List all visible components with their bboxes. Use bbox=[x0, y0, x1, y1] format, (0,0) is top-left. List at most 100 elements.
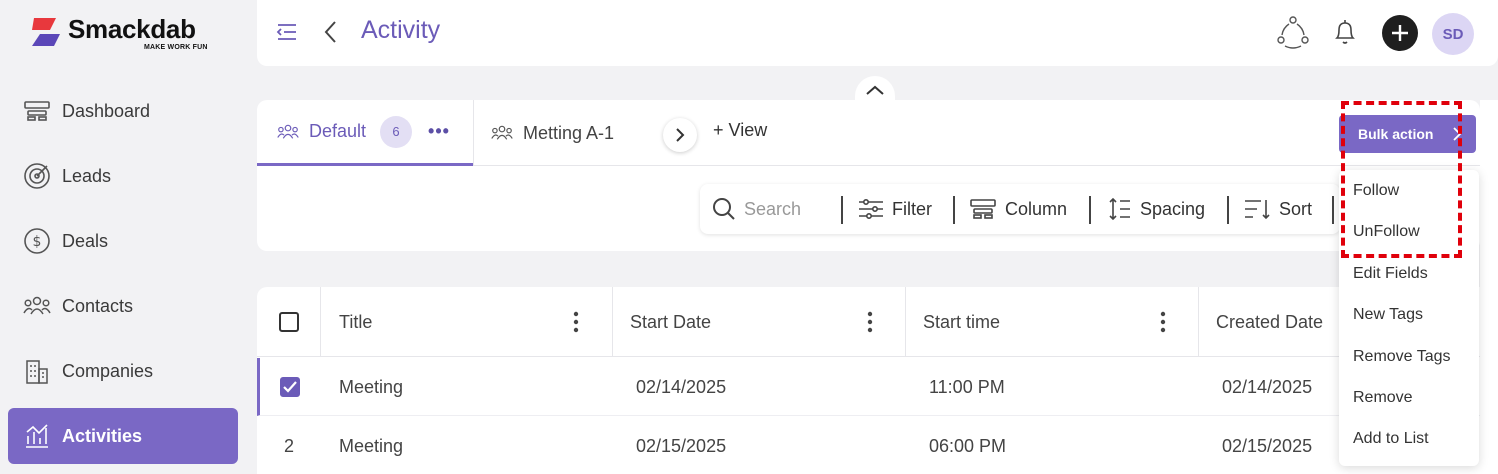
page-title: Activity bbox=[361, 16, 441, 44]
sidebar-item-dashboard[interactable]: Dashboard bbox=[8, 83, 238, 139]
brand-logo[interactable]: Smackdab MAKE WORK FUN bbox=[28, 12, 228, 52]
target-icon bbox=[22, 161, 52, 191]
bell-icon[interactable] bbox=[1333, 18, 1357, 51]
toolbar-divider bbox=[1227, 196, 1229, 224]
menu-item-new-tags[interactable]: New Tags bbox=[1353, 306, 1423, 324]
column-title-label: Title bbox=[339, 311, 373, 332]
people-icon bbox=[22, 291, 52, 321]
view-tabs: Default 6 ••• Metting A-1 + View Bulk ac… bbox=[257, 100, 1480, 166]
sort-label: Sort bbox=[1279, 198, 1313, 219]
filter-button[interactable]: Filter bbox=[858, 184, 932, 234]
column-header-start-time[interactable]: Start time bbox=[905, 287, 1198, 357]
kebab-menu-icon[interactable] bbox=[867, 311, 873, 338]
add-new-button[interactable] bbox=[1382, 15, 1418, 51]
brand-tagline: MAKE WORK FUN bbox=[144, 44, 208, 51]
annotation-highlight-box bbox=[1341, 101, 1462, 258]
sidebar-item-contacts[interactable]: Contacts bbox=[8, 278, 238, 334]
sidebar-item-label: Dashboard bbox=[62, 100, 151, 121]
people-icon bbox=[277, 124, 299, 140]
tab-metting-a-1[interactable]: Metting A-1 bbox=[491, 100, 614, 166]
plus-icon bbox=[1392, 25, 1408, 41]
tab-divider bbox=[473, 100, 474, 166]
spacing-button[interactable]: Spacing bbox=[1108, 184, 1205, 234]
search-input[interactable]: Search bbox=[712, 184, 840, 234]
sort-button[interactable]: Sort bbox=[1243, 184, 1312, 234]
kebab-menu-icon[interactable] bbox=[573, 311, 579, 338]
sidebar-item-label: Deals bbox=[62, 230, 109, 251]
line-spacing-icon bbox=[1108, 197, 1132, 221]
dashboard-icon bbox=[22, 96, 52, 126]
activity-icon bbox=[22, 421, 52, 451]
columns-icon bbox=[969, 198, 997, 220]
activities-table: Title Start Date Start time Created Date bbox=[257, 287, 1498, 474]
row-index: 2 bbox=[284, 435, 295, 456]
more-options-icon[interactable]: ••• bbox=[428, 121, 450, 142]
chevron-right-icon bbox=[676, 128, 685, 142]
avatar[interactable]: SD bbox=[1432, 13, 1474, 55]
tab-default[interactable]: Default 6 ••• bbox=[257, 100, 473, 166]
sidebar-item-label: Activities bbox=[62, 425, 143, 446]
logo-mark-icon bbox=[32, 18, 60, 46]
people-icon bbox=[491, 125, 513, 141]
back-arrow-icon[interactable] bbox=[323, 19, 339, 50]
kebab-menu-icon[interactable] bbox=[1160, 311, 1166, 338]
table-row[interactable]: 2 Meeting 02/15/2025 06:00 PM 02/15/2025 bbox=[257, 417, 1498, 474]
sidebar-item-label: Leads bbox=[62, 165, 112, 186]
add-view-label: + View bbox=[713, 120, 768, 140]
toolbar-divider bbox=[1332, 196, 1334, 224]
toolbar-divider bbox=[841, 196, 843, 224]
sort-icon bbox=[1243, 197, 1271, 221]
toolbar-divider bbox=[953, 196, 955, 224]
column-header-title[interactable]: Title bbox=[321, 287, 613, 357]
select-all-cell bbox=[261, 287, 321, 357]
column-header-start-date[interactable]: Start Date bbox=[612, 287, 905, 357]
select-all-checkbox[interactable] bbox=[279, 312, 299, 332]
building-icon bbox=[22, 356, 52, 386]
row-select-cell bbox=[280, 358, 300, 416]
sidebar-item-leads[interactable]: Leads bbox=[8, 148, 238, 204]
menu-item-edit-fields[interactable]: Edit Fields bbox=[1353, 265, 1428, 283]
svg-text:$: $ bbox=[33, 234, 42, 250]
sidebar-item-activities[interactable]: Activities bbox=[8, 408, 238, 464]
checkmark-icon bbox=[283, 381, 297, 393]
row-checkbox[interactable] bbox=[280, 377, 300, 397]
next-tabs-button[interactable] bbox=[663, 118, 697, 152]
menu-item-add-to-list[interactable]: Add to List bbox=[1353, 430, 1429, 448]
collapse-menu-icon[interactable] bbox=[275, 20, 299, 49]
column-start-date-label: Start Date bbox=[630, 311, 712, 332]
sidebar-item-companies[interactable]: Companies bbox=[8, 343, 238, 399]
sidebar-item-label: Companies bbox=[62, 360, 154, 381]
chevron-up-icon bbox=[866, 85, 884, 95]
menu-item-remove-tags[interactable]: Remove Tags bbox=[1353, 348, 1451, 366]
top-header: Activity SD bbox=[257, 0, 1498, 66]
add-view-button[interactable]: + View bbox=[713, 120, 767, 141]
column-created-date-label: Created Date bbox=[1216, 311, 1324, 332]
cell-start-date: 02/15/2025 bbox=[636, 435, 727, 456]
view-toolbar-card: Default 6 ••• Metting A-1 + View Bulk ac… bbox=[257, 100, 1480, 251]
table-row[interactable]: Meeting 02/14/2025 11:00 PM 02/14/2025 bbox=[257, 358, 1498, 416]
search-placeholder: Search bbox=[744, 198, 802, 219]
menu-item-remove[interactable]: Remove bbox=[1353, 389, 1413, 407]
column-start-time-label: Start time bbox=[923, 311, 1001, 332]
tab-label: Metting A-1 bbox=[523, 122, 615, 143]
column-button[interactable]: Column bbox=[969, 184, 1067, 234]
sliders-icon bbox=[858, 198, 884, 220]
spacing-label: Spacing bbox=[1140, 198, 1206, 219]
sidebar: Smackdab MAKE WORK FUN Dashboard Leads $… bbox=[0, 0, 246, 474]
tab-label: Default bbox=[309, 121, 367, 141]
sidebar-item-deals[interactable]: $ Deals bbox=[8, 213, 238, 269]
right-edge-panel bbox=[1480, 100, 1498, 474]
table-toolbar: Search Filter Column Spacing Sort bbox=[700, 184, 1340, 234]
filter-label: Filter bbox=[892, 198, 932, 219]
dollar-icon: $ bbox=[22, 226, 52, 256]
cell-created-date: 02/15/2025 bbox=[1222, 435, 1313, 456]
toolbar-divider bbox=[1089, 196, 1091, 224]
cell-created-date: 02/14/2025 bbox=[1222, 376, 1313, 397]
cell-title: Meeting bbox=[339, 435, 404, 456]
network-icon[interactable] bbox=[1275, 14, 1311, 55]
search-icon bbox=[712, 197, 736, 221]
table-header: Title Start Date Start time Created Date bbox=[257, 287, 1498, 357]
column-label: Column bbox=[1005, 198, 1068, 219]
sidebar-item-label: Contacts bbox=[62, 295, 134, 316]
cell-start-time: 11:00 PM bbox=[929, 376, 1005, 397]
